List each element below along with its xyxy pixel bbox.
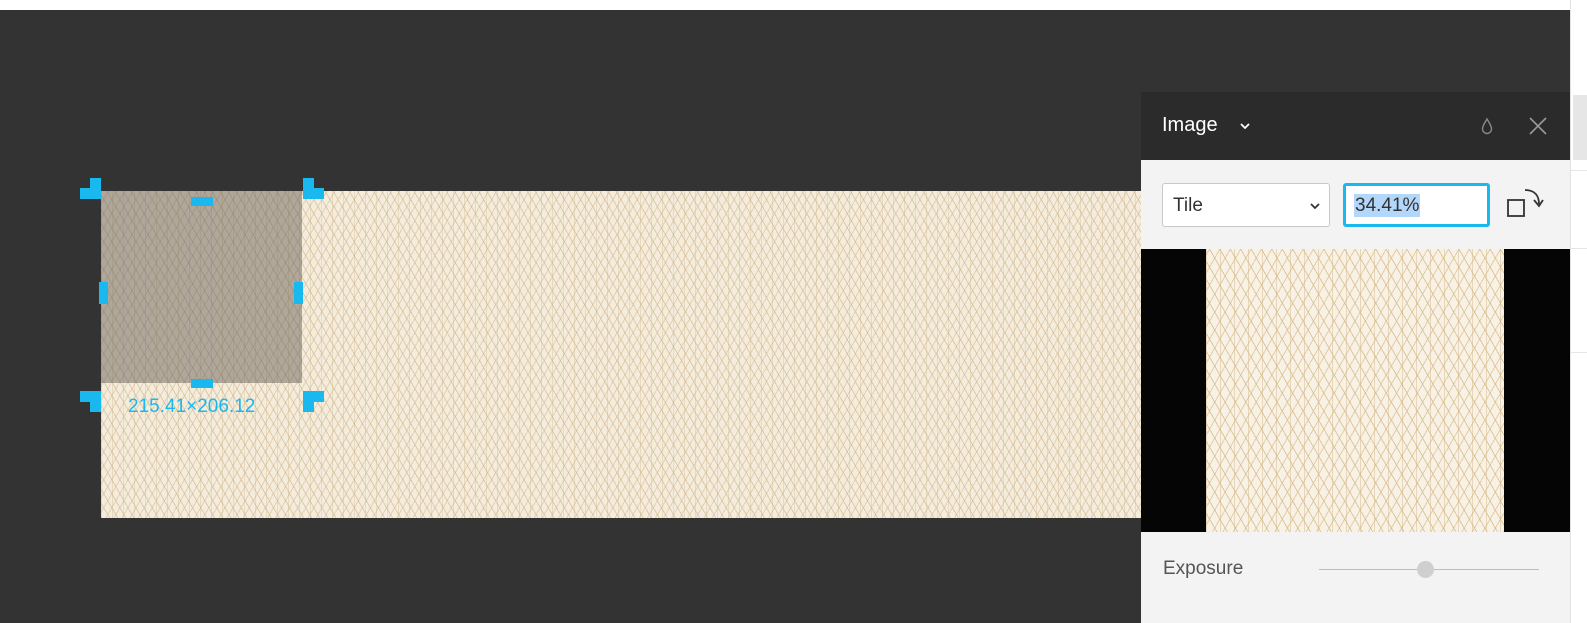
chevron-down-icon[interactable] [1238, 119, 1252, 133]
close-icon[interactable] [1528, 116, 1548, 136]
resize-handle-bottom[interactable] [191, 379, 213, 388]
exposure-slider-thumb[interactable] [1417, 561, 1434, 578]
tile-scale-value[interactable]: 34.41% [1354, 194, 1421, 217]
image-preview [1141, 249, 1570, 532]
panel-title[interactable]: Image [1162, 114, 1218, 137]
sidebar-divider [1571, 170, 1587, 171]
top-strip [0, 0, 1587, 10]
resize-handle-top[interactable] [191, 197, 213, 206]
resize-handle-top-left-arm[interactable] [90, 178, 101, 199]
image-fill-panel: Image Tile 34.41% Exposure [1141, 92, 1570, 623]
selection-dimensions-label: 215.41×206.12 [128, 396, 256, 417]
resize-handle-top-right-arm[interactable] [303, 178, 314, 199]
drop-icon [1481, 117, 1493, 135]
resize-handle-bottom-right-arm[interactable] [303, 391, 314, 412]
tile-selection-box[interactable] [101, 191, 302, 383]
fill-mode-selected-value: Tile [1173, 195, 1203, 216]
sidebar-divider [1571, 248, 1587, 249]
fill-mode-select[interactable]: Tile [1162, 183, 1330, 227]
right-sidebar-edge [1570, 0, 1587, 623]
sidebar-divider [1571, 352, 1587, 353]
scrollbar-thumb[interactable] [1573, 95, 1587, 160]
panel-header: Image [1141, 92, 1570, 160]
resize-handle-left[interactable] [99, 282, 108, 304]
resize-handle-bottom-left-arm[interactable] [90, 391, 101, 412]
resize-handle-right[interactable] [294, 282, 303, 304]
chevron-down-icon [1310, 203, 1320, 210]
tile-scale-input[interactable]: 34.41% [1343, 183, 1490, 227]
exposure-label: Exposure [1163, 558, 1244, 579]
pattern-preview-image [1206, 249, 1504, 532]
rotate-icon[interactable] [1505, 186, 1545, 220]
